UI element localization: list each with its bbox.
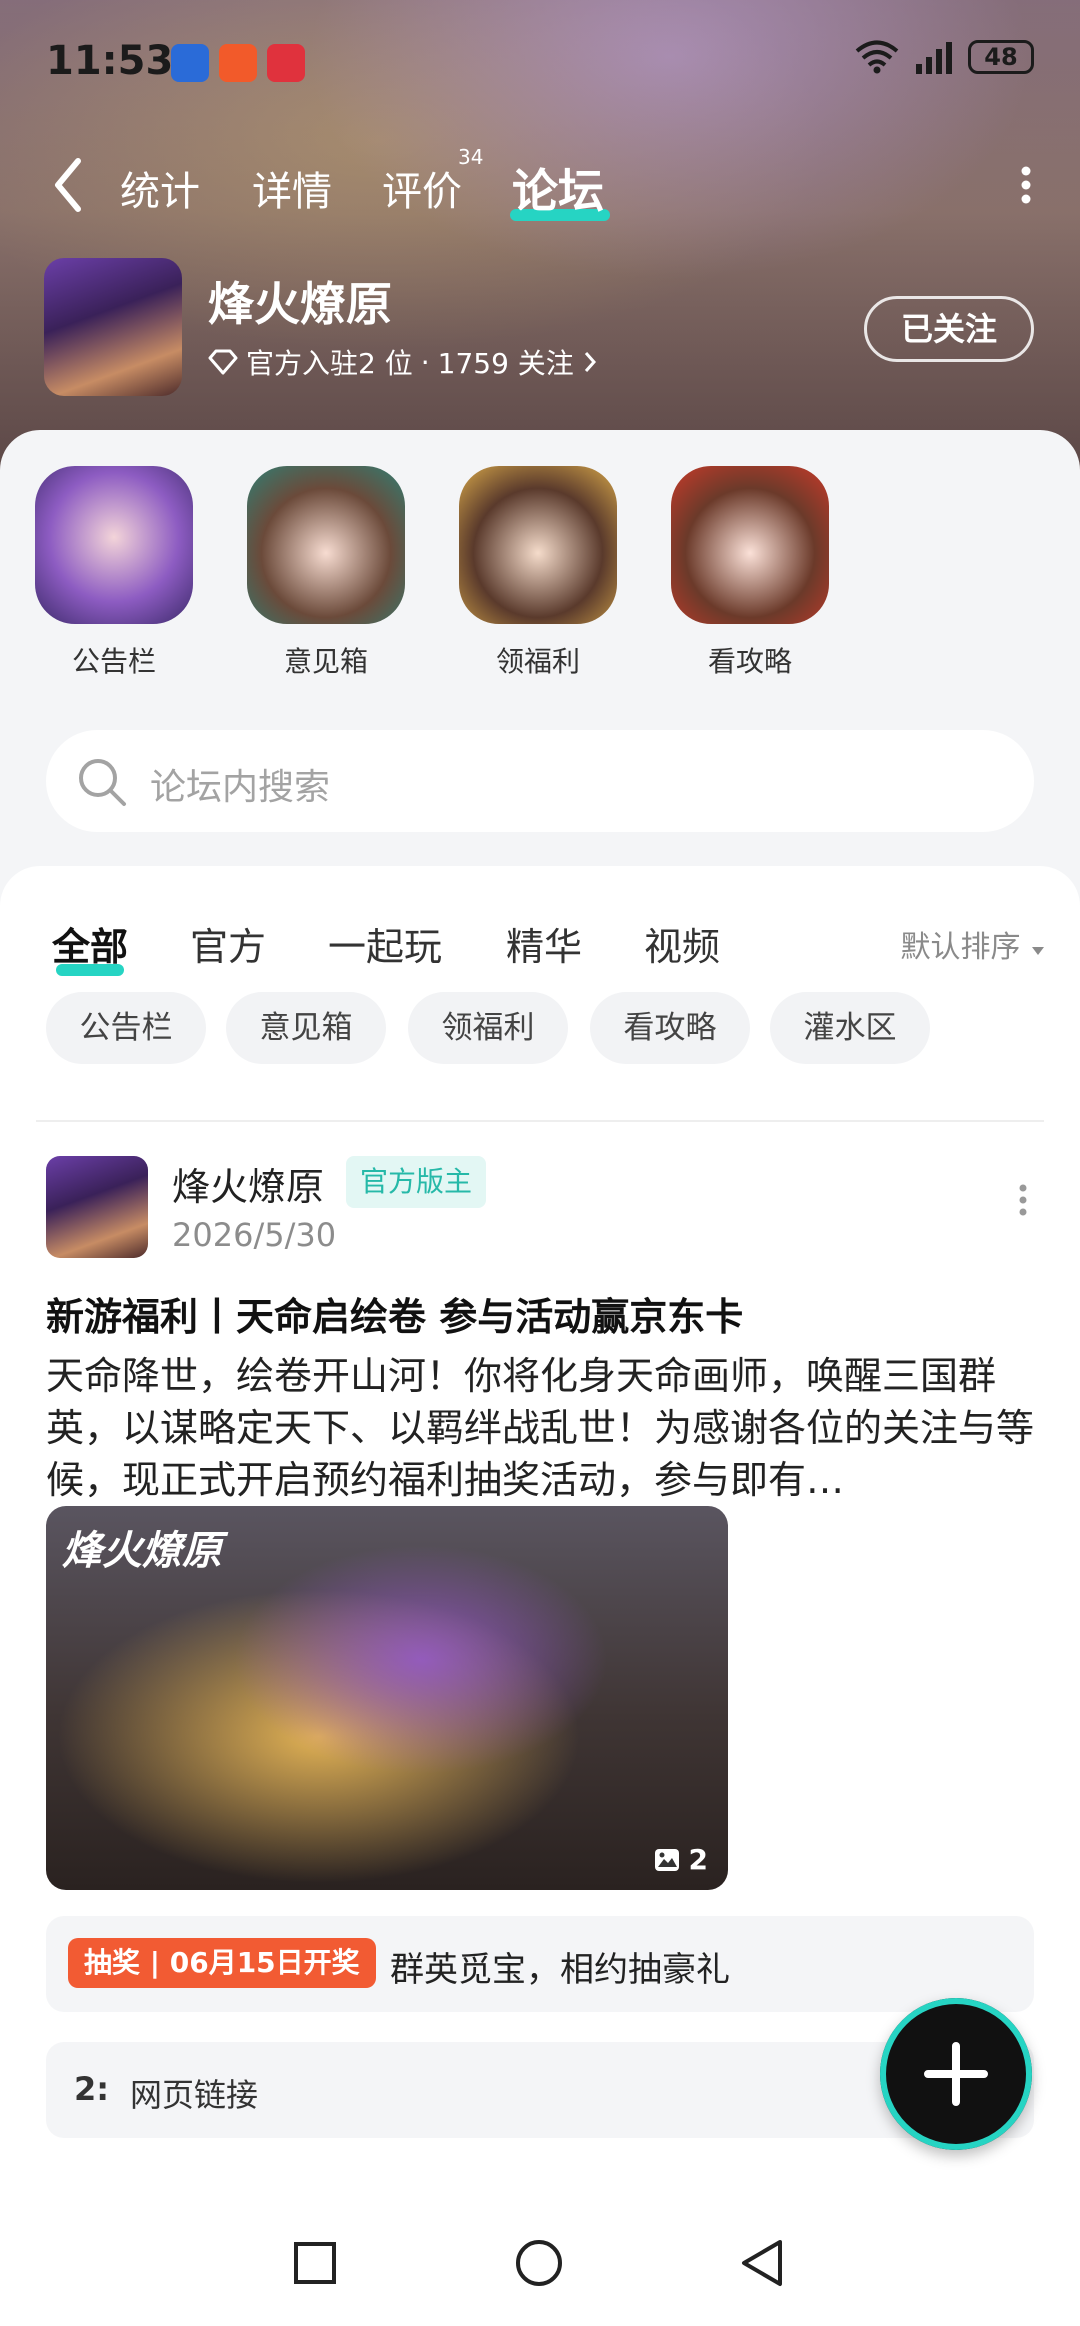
post-title[interactable]: 新游福利丨天命启绘卷 参与活动赢京东卡 — [46, 1286, 1036, 1341]
moderator-badge: 官方版主 — [346, 1156, 487, 1208]
shortcut-image — [247, 466, 405, 624]
follower-count: 1759 关注 — [437, 347, 574, 380]
top-navigation: 统计 详情 评价 34 论坛 — [0, 145, 1080, 225]
post-author-name[interactable]: 烽火燎原 — [172, 1156, 324, 1211]
filter-tab-official[interactable]: 官方 — [190, 916, 266, 971]
plus-icon — [924, 2042, 988, 2106]
home-icon[interactable] — [514, 2238, 564, 2288]
search-icon — [79, 759, 126, 806]
sort-label: 默认排序 — [900, 930, 1021, 965]
back-arrow-icon[interactable] — [52, 157, 84, 213]
chip-feedback[interactable]: 意见箱 — [226, 992, 386, 1064]
official-count: 官方入驻2 位 — [246, 347, 413, 380]
shortcut-row: 公告栏 意见箱 领福利 看攻略 — [0, 466, 1080, 678]
shortcut-image — [35, 466, 193, 624]
lottery-tag: 抽奖 | 06月15日开奖 — [68, 1938, 376, 1988]
shortcut-guides[interactable]: 看攻略 — [670, 466, 830, 680]
review-count-badge: 34 — [458, 145, 484, 169]
shortcut-image — [459, 466, 617, 624]
battery-indicator: 48 — [968, 40, 1034, 74]
image-count-value: 2 — [688, 1843, 708, 1876]
lottery-text: 群英觅宝，相约抽豪礼 — [390, 1950, 730, 1990]
shortcut-image — [671, 466, 829, 624]
forum-meta[interactable]: 官方入驻2 位 · 1759 关注 — [208, 342, 598, 382]
shortcut-feedback[interactable]: 意见箱 — [246, 466, 406, 680]
lottery-card[interactable]: 抽奖 | 06月15日开奖 群英觅宝，相约抽豪礼 — [46, 1916, 1034, 2012]
chip-rewards[interactable]: 领福利 — [408, 992, 568, 1064]
tab-forum[interactable]: 论坛 — [512, 155, 604, 221]
notification-app-icon — [219, 44, 257, 82]
image-count: 2 — [653, 1843, 708, 1876]
post-image[interactable]: 烽火燎原 2 — [46, 1506, 728, 1890]
system-navigation-bar — [0, 2204, 1080, 2324]
filter-tab-all[interactable]: 全部 — [52, 916, 128, 971]
meta-separator: · — [420, 345, 430, 379]
shortcut-label: 公告栏 — [71, 645, 156, 678]
chip-announcements[interactable]: 公告栏 — [46, 992, 206, 1064]
shortcut-label: 看攻略 — [707, 645, 792, 678]
forum-avatar[interactable] — [44, 258, 182, 396]
author-avatar[interactable] — [46, 1156, 148, 1258]
diamond-icon — [208, 349, 238, 375]
chip-chat[interactable]: 灌水区 — [770, 992, 930, 1064]
shortcut-label: 意见箱 — [283, 645, 368, 678]
search-input[interactable]: 论坛内搜索 — [46, 730, 1034, 832]
status-bar: 11:53 48 — [46, 30, 1034, 100]
recent-apps-icon[interactable] — [292, 2240, 338, 2286]
link-index: 2: — [74, 2070, 110, 2108]
forum-header: 烽火燎原 官方入驻2 位 · 1759 关注 已关注 — [44, 258, 1044, 400]
caret-down-icon — [1032, 947, 1044, 955]
post-more-icon[interactable] — [1018, 1184, 1028, 1216]
search-placeholder: 论坛内搜索 — [150, 767, 331, 808]
sort-dropdown[interactable]: 默认排序 — [900, 922, 1046, 966]
filter-tab-video[interactable]: 视频 — [644, 916, 720, 971]
forum-title: 烽火燎原 — [208, 277, 392, 331]
notification-app-icon — [267, 44, 305, 82]
create-post-button[interactable] — [880, 1998, 1032, 2150]
post-date: 2026/5/30 — [172, 1216, 337, 1254]
wifi-icon — [855, 40, 899, 74]
chevron-right-icon — [584, 352, 596, 372]
divider — [36, 1120, 1044, 1122]
post-body[interactable]: 天命降世，绘卷开山河！你将化身天命画师，唤醒三国群英，以谋略定天下、以羁绊战乱世… — [46, 1350, 1036, 1506]
tab-reviews[interactable]: 评价 — [382, 159, 462, 217]
shortcut-label: 领福利 — [495, 645, 580, 678]
shortcut-announcements[interactable]: 公告栏 — [34, 466, 194, 680]
game-logo-text: 烽火燎原 — [62, 1528, 222, 1574]
more-options-icon[interactable] — [1020, 165, 1032, 205]
tab-details[interactable]: 详情 — [252, 159, 332, 217]
signal-icon — [916, 42, 952, 74]
filter-tab-play-together[interactable]: 一起玩 — [328, 916, 442, 971]
follow-button[interactable]: 已关注 — [864, 296, 1034, 362]
shortcut-rewards[interactable]: 领福利 — [458, 466, 618, 680]
filter-tab-featured[interactable]: 精华 — [506, 916, 582, 971]
link-text: 网页链接 — [130, 2076, 259, 2114]
tab-stats[interactable]: 统计 — [120, 159, 200, 217]
notification-app-icon — [171, 44, 209, 82]
back-icon[interactable] — [738, 2238, 788, 2288]
image-icon — [654, 1848, 679, 1871]
status-time: 11:53 — [46, 38, 174, 84]
chip-guides[interactable]: 看攻略 — [590, 992, 750, 1064]
